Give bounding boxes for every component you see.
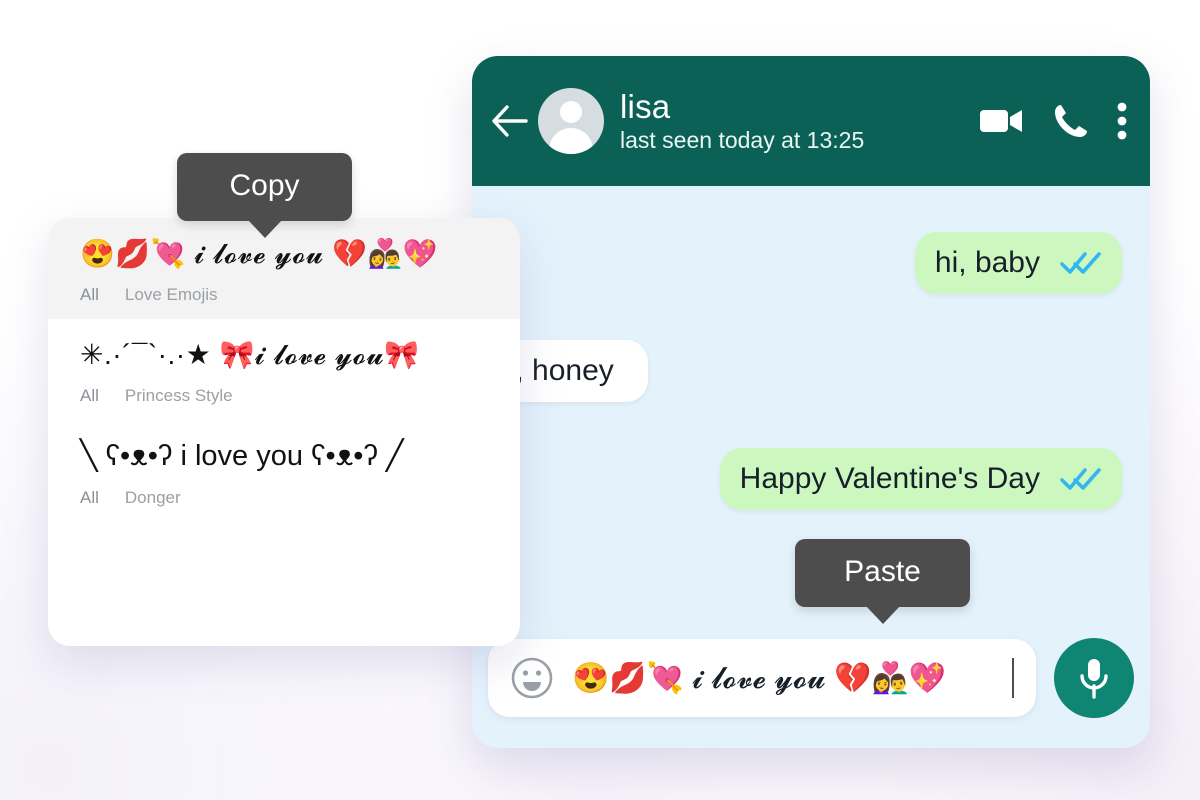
- message-text: hi, baby: [934, 246, 1040, 279]
- message-list: hi, baby hi, honey Happy Valentine's Day…: [472, 186, 1150, 748]
- message-bubble-outgoing[interactable]: hi, baby: [914, 232, 1122, 294]
- phone-icon[interactable]: [1052, 102, 1090, 140]
- tag-row: All Princess Style: [80, 386, 488, 406]
- tag-category[interactable]: Princess Style: [125, 386, 233, 406]
- avatar[interactable]: [538, 88, 604, 154]
- suggestion-text: ✳.·´¯`·.·★ 🎀𝓲 𝓵𝓸𝓿𝓮 𝔂𝓸𝓾🎀: [80, 339, 420, 370]
- list-item[interactable]: ╲ ʕ•ᴥ•ʔ i love you ʕ•ᴥ•ʔ ╱ All Donger: [48, 420, 520, 522]
- microphone-icon[interactable]: [1054, 638, 1134, 718]
- video-camera-icon[interactable]: [978, 104, 1026, 138]
- message-input[interactable]: 😍💋💘 𝓲 𝓵𝓸𝓿𝓮 𝔂𝓸𝓾 💔👩‍❤️‍👨💖: [488, 639, 1036, 717]
- table-row: hi, baby: [914, 232, 1122, 294]
- double-check-icon: [1060, 250, 1102, 276]
- copy-tooltip[interactable]: Copy: [177, 153, 352, 238]
- message-bubble-outgoing[interactable]: Happy Valentine's Day: [719, 448, 1122, 510]
- tag-all[interactable]: All: [80, 386, 99, 406]
- contact-name: lisa: [620, 88, 671, 125]
- suggestion-card: 😍💋💘 𝓲 𝓵𝓸𝓿𝓮 𝔂𝓸𝓾 💔👩‍❤️‍👨💖 All Love Emojis …: [48, 218, 520, 646]
- text-cursor: [1012, 658, 1014, 698]
- double-check-icon: [1060, 466, 1102, 492]
- paste-tooltip-label: Paste: [844, 555, 921, 588]
- smiley-face-icon[interactable]: [510, 656, 554, 700]
- tag-all[interactable]: All: [80, 285, 99, 305]
- list-item[interactable]: ✳.·´¯`·.·★ 🎀𝓲 𝓵𝓸𝓿𝓮 𝔂𝓸𝓾🎀 All Princess Sty…: [48, 319, 520, 420]
- list-item[interactable]: 😍💋💘 𝓲 𝓵𝓸𝓿𝓮 𝔂𝓸𝓾 💔👩‍❤️‍👨💖 All Love Emojis: [48, 218, 520, 319]
- tag-row: All Love Emojis: [80, 285, 488, 305]
- copy-tooltip-label: Copy: [229, 169, 300, 202]
- contact-status: last seen today at 13:25: [620, 127, 865, 153]
- tag-row: All Donger: [80, 488, 488, 508]
- avatar-body: [549, 128, 593, 154]
- chat-panel: lisa last seen today at 13:25 hi, baby h…: [472, 56, 1150, 748]
- composer-value: 😍💋💘 𝓲 𝓵𝓸𝓿𝓮 𝔂𝓸𝓾 💔👩‍❤️‍👨💖: [572, 661, 947, 695]
- tag-all[interactable]: All: [80, 488, 99, 508]
- three-dots-menu-icon[interactable]: [1116, 101, 1128, 141]
- back-arrow-icon[interactable]: [490, 101, 530, 141]
- suggestion-text: ╲ ʕ•ᴥ•ʔ i love you ʕ•ᴥ•ʔ ╱: [80, 440, 404, 472]
- composer-bar: 😍💋💘 𝓲 𝓵𝓸𝓿𝓮 𝔂𝓸𝓾 💔👩‍❤️‍👨💖: [488, 638, 1134, 718]
- chat-header: lisa last seen today at 13:25: [472, 56, 1150, 186]
- paste-tooltip[interactable]: Paste: [795, 539, 970, 624]
- contact-info[interactable]: lisa last seen today at 13:25: [620, 90, 952, 152]
- table-row: Happy Valentine's Day: [719, 448, 1122, 510]
- suggestion-text: 😍💋💘 𝓲 𝓵𝓸𝓿𝓮 𝔂𝓸𝓾 💔👩‍❤️‍👨💖: [80, 238, 439, 269]
- tag-category[interactable]: Donger: [125, 488, 181, 508]
- screenshot-root: lisa last seen today at 13:25 hi, baby h…: [0, 0, 1200, 800]
- message-text: Happy Valentine's Day: [739, 462, 1040, 495]
- tag-category[interactable]: Love Emojis: [125, 285, 218, 305]
- avatar-head: [560, 101, 582, 123]
